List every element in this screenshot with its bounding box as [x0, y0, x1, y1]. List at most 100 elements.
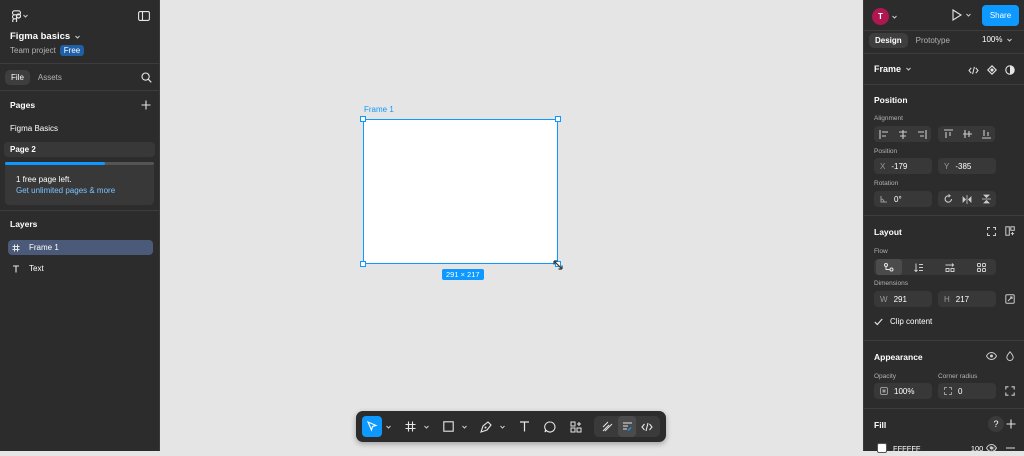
page-item-label: Page 2 — [10, 145, 36, 154]
page-item-figma-basics[interactable]: Figma Basics — [8, 121, 153, 136]
align-left-button[interactable] — [876, 126, 892, 142]
file-name-menu[interactable]: Figma basics — [10, 31, 81, 42]
fill-hex[interactable]: FFFFFF — [893, 444, 921, 453]
y-position-input[interactable]: Y -385 — [938, 158, 996, 174]
width-input[interactable]: W 291 — [874, 291, 932, 307]
layer-item-frame-1[interactable]: Frame 1 — [8, 240, 153, 255]
shape-tool-button[interactable] — [438, 416, 458, 437]
move-tool-button[interactable] — [362, 416, 382, 437]
layer-item-text[interactable]: Text — [8, 261, 153, 276]
flip-horizontal-button[interactable] — [959, 191, 975, 207]
chevron-down-icon — [906, 67, 911, 71]
pages-heading: Pages — [10, 100, 36, 110]
tab-prototype[interactable]: Prototype — [910, 33, 956, 48]
avatar-menu[interactable]: T — [872, 8, 897, 25]
resize-handle-sw[interactable] — [360, 261, 366, 267]
rectangle-icon — [442, 421, 454, 432]
text-tool-button[interactable] — [514, 416, 534, 437]
flow-vertical-button[interactable] — [906, 259, 932, 275]
frame-tool-menu[interactable] — [422, 416, 430, 437]
fill-opacity[interactable]: 100 — [971, 444, 984, 453]
flip-horizontal-icon — [962, 194, 972, 204]
selected-frame[interactable] — [363, 119, 558, 264]
code-brackets-icon — [641, 422, 653, 431]
chevron-down-icon — [423, 425, 429, 429]
layer-label: Text — [29, 264, 44, 273]
shape-tool-menu[interactable] — [460, 416, 468, 437]
code-brackets-icon — [967, 66, 979, 74]
fill-row[interactable]: FFFFFF 100 % — [874, 440, 996, 456]
share-button[interactable]: Share — [982, 5, 1019, 26]
independent-corners-button[interactable] — [1002, 383, 1018, 399]
position-label: Position — [874, 148, 898, 155]
canvas[interactable]: Frame 1 291 × 217 — [160, 0, 863, 451]
dev-mode-button[interactable] — [638, 416, 656, 437]
move-tool-menu[interactable] — [384, 416, 392, 437]
plan-badge[interactable]: Free — [59, 45, 85, 56]
blend-mode-button[interactable] — [1002, 348, 1018, 364]
frame-title-label[interactable]: Frame 1 — [364, 105, 394, 114]
rotation-input[interactable]: 0° — [874, 191, 932, 207]
pen-tool-menu[interactable] — [498, 416, 506, 437]
independent-corners-icon — [1005, 386, 1015, 396]
constrain-proportions-button[interactable] — [1002, 291, 1018, 307]
help-button[interactable]: ? — [988, 416, 1004, 432]
fill-color-swatch[interactable] — [877, 443, 887, 453]
align-right-icon — [918, 129, 927, 139]
align-center-h-button[interactable] — [895, 126, 911, 142]
tab-file[interactable]: File — [5, 70, 30, 85]
align-top-icon — [943, 129, 953, 138]
clip-content-checkbox[interactable]: Clip content — [874, 317, 932, 326]
tab-assets[interactable]: Assets — [32, 70, 68, 85]
main-menu-button[interactable] — [9, 9, 31, 23]
layers-heading: Layers — [10, 219, 38, 229]
x-position-input[interactable]: X -179 — [874, 158, 932, 174]
frame-type-dropdown[interactable]: Frame — [874, 64, 911, 74]
flow-horizontal-button[interactable] — [937, 259, 963, 275]
fill-visibility-toggle[interactable] — [983, 440, 999, 456]
search-button[interactable] — [140, 71, 152, 83]
align-right-button[interactable] — [914, 126, 930, 142]
height-input[interactable]: H 217 — [938, 291, 996, 307]
project-name[interactable]: Team project — [10, 46, 56, 55]
add-page-button[interactable] — [140, 99, 152, 111]
pen-tool-button[interactable] — [476, 416, 496, 437]
chevron-down-icon — [385, 425, 391, 429]
rotate-90-button[interactable] — [940, 191, 956, 207]
align-top-button[interactable] — [940, 126, 956, 142]
tab-design[interactable]: Design — [869, 33, 908, 48]
zoom-menu[interactable]: 100% — [982, 35, 1013, 44]
layout-grid-button[interactable] — [1002, 223, 1018, 239]
upgrade-link[interactable]: Get unlimited pages & more — [16, 186, 115, 195]
opacity-input[interactable]: 100% — [874, 383, 932, 399]
mask-button[interactable] — [1002, 62, 1018, 78]
design-mode-button[interactable] — [618, 416, 636, 437]
resize-handle-nw[interactable] — [360, 116, 366, 122]
x-value: -179 — [891, 161, 908, 171]
play-icon — [952, 9, 962, 21]
code-view-button[interactable] — [965, 62, 981, 78]
present-menu[interactable] — [952, 9, 971, 21]
remove-fill-button[interactable] — [1002, 440, 1018, 456]
actions-button[interactable] — [566, 416, 586, 437]
comment-tool-button[interactable] — [540, 416, 560, 437]
align-center-v-button[interactable] — [959, 126, 975, 142]
flow-grid-button[interactable] — [968, 259, 994, 275]
corner-radius-input[interactable]: 0 — [938, 383, 996, 399]
component-button[interactable] — [984, 62, 1000, 78]
page-item-page-2[interactable]: Page 2 — [4, 142, 155, 157]
toggle-sidebar-button[interactable] — [137, 10, 151, 22]
align-bottom-button[interactable] — [978, 126, 994, 142]
frame-tool-button[interactable] — [400, 416, 420, 437]
visibility-toggle[interactable] — [983, 348, 999, 364]
add-fill-button[interactable] — [1003, 416, 1019, 432]
comment-bubble-icon — [544, 420, 556, 433]
flow-freeform-button[interactable] — [876, 259, 902, 275]
search-icon — [140, 71, 152, 83]
horizontal-flow-icon — [945, 262, 955, 272]
auto-layout-button[interactable] — [983, 223, 999, 239]
resize-handle-ne[interactable] — [555, 116, 561, 122]
design-mode-icon — [622, 422, 632, 431]
draw-mode-button[interactable] — [598, 416, 616, 437]
flip-vertical-button[interactable] — [978, 191, 994, 207]
